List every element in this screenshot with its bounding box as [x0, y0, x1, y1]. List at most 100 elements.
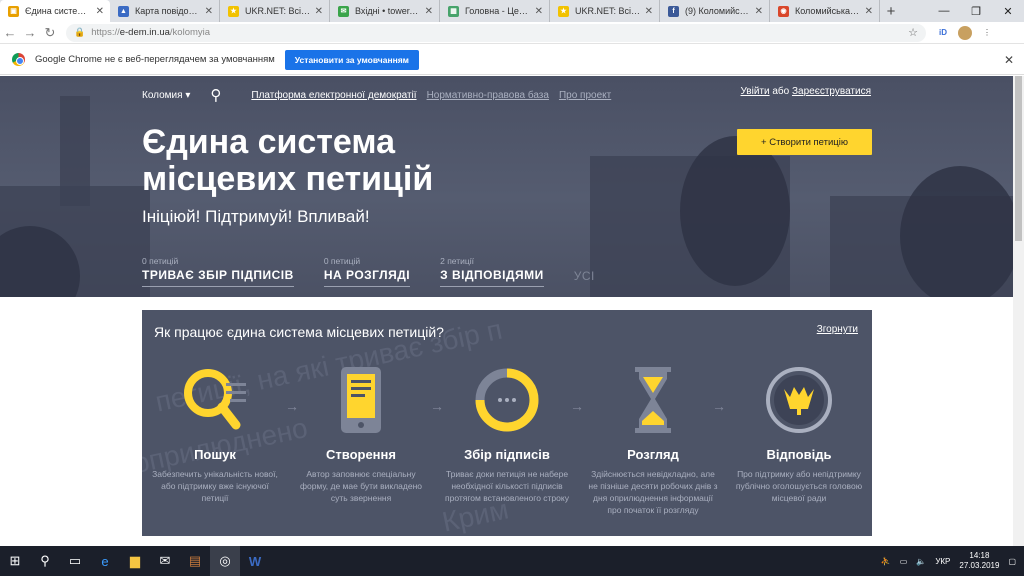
- browser-tab[interactable]: f (9) Коломийська м ✕: [660, 0, 770, 22]
- menu-dots-icon[interactable]: ⋮: [980, 26, 994, 40]
- status-tab[interactable]: 0 петицій НА РОЗГЛЯДІ: [323, 256, 411, 287]
- hero-section: Коломия ▾ ⚲ Платформа електронної демокр…: [0, 76, 1013, 297]
- status-label: ТРИВАЄ ЗБІР ПІДПИСІВ: [142, 268, 294, 287]
- back-icon[interactable]: ←: [0, 25, 20, 40]
- file-explorer-icon[interactable]: ▆: [120, 546, 150, 576]
- chrome-logo-icon: [12, 53, 25, 66]
- tab-close-icon[interactable]: ✕: [865, 6, 873, 17]
- login-link[interactable]: Увійти: [741, 86, 770, 97]
- tree-shape: [900, 166, 1013, 297]
- step-description: Забезпечить унікальність нової, або підт…: [152, 469, 278, 503]
- status-tab[interactable]: 0 петицій ТРИВАЄ ЗБІР ПІДПИСІВ: [142, 256, 294, 287]
- how-step: Створення Автор заповнює спеціальну форму…: [294, 365, 428, 516]
- nav-legal-link[interactable]: Нормативно-правова база: [427, 90, 549, 101]
- status-label: УСІ: [573, 269, 595, 283]
- create-petition-button[interactable]: + Створити петицію: [737, 129, 872, 155]
- restore-icon[interactable]: ❐: [960, 0, 992, 22]
- tab-close-icon[interactable]: ✕: [205, 6, 213, 17]
- tab-favicon-icon: ▣: [8, 5, 19, 17]
- status-count: 0 петицій: [142, 256, 179, 266]
- tab-favicon-icon: ✉: [338, 5, 349, 17]
- arrow-icon: →: [570, 398, 584, 414]
- language-indicator[interactable]: УКР: [935, 557, 950, 566]
- scrollbar-thumb[interactable]: [1015, 76, 1022, 241]
- tab-strip: ▣Єдина система місц✕▲Карта повідомлень✕★…: [0, 0, 1024, 22]
- bookmark-star-icon[interactable]: ☆: [908, 26, 918, 39]
- word-icon[interactable]: W: [240, 546, 270, 576]
- trident-emblem-icon: [766, 367, 832, 433]
- collapse-link[interactable]: Згорнути: [817, 324, 858, 335]
- nav-about-link[interactable]: Про проект: [559, 90, 611, 101]
- tab-close-icon[interactable]: ✕: [755, 6, 763, 17]
- petition-status-tabs: 0 петицій ТРИВАЄ ЗБІР ПІДПИСІВ 0 петицій НА…: [142, 256, 625, 287]
- tab-favicon-icon: ◉: [778, 5, 789, 17]
- page-title: Єдина система місцевих петицій: [142, 124, 502, 198]
- new-tab-icon[interactable]: +: [880, 0, 902, 22]
- windows-start-icon[interactable]: ⊞: [0, 546, 30, 576]
- clock[interactable]: 14:18 27.03.2019: [959, 551, 999, 571]
- step-title: Відповідь: [766, 447, 832, 462]
- tree-shape: [680, 136, 790, 286]
- tab-close-icon[interactable]: ✕: [315, 6, 323, 17]
- default-browser-infobar: Google Chrome не є веб-переглядачем за у…: [0, 45, 1024, 75]
- browser-tab[interactable]: ▣ Єдина система місц ✕: [0, 0, 110, 22]
- auth-or: або: [772, 86, 790, 97]
- edge-icon[interactable]: e: [90, 546, 120, 576]
- app-icon[interactable]: ▤: [180, 546, 210, 576]
- tab-title: UKR.NET: Всі новин: [575, 6, 641, 16]
- tab-title: Карта повідомлень: [135, 6, 201, 16]
- how-it-works-panel: петиції, на які триває збір п оприлюднен…: [142, 310, 872, 536]
- title-line-1: Єдина система: [142, 123, 396, 161]
- volume-icon[interactable]: 🔈: [916, 557, 926, 566]
- step-description: Триває доки петиція не набере необхідної…: [445, 469, 569, 503]
- browser-tab[interactable]: ▲ Карта повідомлень ✕: [110, 0, 220, 22]
- browser-tab[interactable]: ★ UKR.NET: Всі новин ✕: [220, 0, 330, 22]
- extension-icon[interactable]: iD: [936, 26, 950, 40]
- status-count: 2 петиції: [440, 256, 475, 266]
- phone-document-icon: [341, 367, 381, 433]
- set-default-button[interactable]: Установити за умовчанням: [284, 49, 419, 70]
- reload-icon[interactable]: ↻: [40, 25, 60, 41]
- nav-platform-link[interactable]: Платформа електронної демократії: [251, 90, 416, 101]
- step-title: Створення: [326, 447, 396, 462]
- tab-close-icon[interactable]: ✕: [425, 6, 433, 17]
- address-bar[interactable]: 🔒 https://e-dem.in.ua/kolomyia ☆: [66, 23, 926, 42]
- tower-shape: [60, 96, 90, 206]
- step-title: Збір підписів: [464, 447, 550, 462]
- minimize-icon[interactable]: —: [928, 0, 960, 22]
- page-scrollbar[interactable]: [1013, 76, 1024, 546]
- search-icon[interactable]: ⚲: [30, 546, 60, 576]
- profile-avatar[interactable]: [958, 25, 972, 40]
- how-step: Пошук Забезпечить унікальність нової, або…: [148, 365, 282, 516]
- infobar-close-icon[interactable]: ✕: [1004, 53, 1014, 67]
- notifications-icon[interactable]: ▢: [1008, 557, 1016, 566]
- arrow-icon: →: [285, 398, 299, 414]
- infobar-message: Google Chrome не є веб-переглядачем за у…: [35, 54, 275, 65]
- city-selector[interactable]: Коломия ▾: [142, 90, 190, 101]
- task-view-icon[interactable]: ▭: [60, 546, 90, 576]
- tab-close-icon[interactable]: ✕: [535, 6, 543, 17]
- close-window-icon[interactable]: ✕: [992, 0, 1024, 22]
- chrome-taskbar-icon[interactable]: ◎: [210, 546, 240, 576]
- tab-close-icon[interactable]: ✕: [645, 6, 653, 17]
- mail-icon[interactable]: ✉: [150, 546, 180, 576]
- browser-tab[interactable]: ✉ Вхідні • tower.ko_in ✕: [330, 0, 440, 22]
- network-icon[interactable]: ▭: [900, 557, 908, 566]
- browser-tab[interactable]: ★ UKR.NET: Всі новин ✕: [550, 0, 660, 22]
- status-tab[interactable]: УСІ: [574, 267, 595, 287]
- search-icon[interactable]: ⚲: [210, 86, 221, 104]
- tab-title: Єдина система місц: [25, 6, 92, 16]
- page-subtitle: Ініціюй! Підтримуй! Впливай!: [142, 207, 370, 226]
- register-link[interactable]: Зареєструватися: [792, 86, 871, 97]
- step-icon: [180, 365, 250, 435]
- browser-tab[interactable]: ▦ Головна - Центр на ✕: [440, 0, 550, 22]
- browser-tab[interactable]: ◉ Коломийська місь ✕: [770, 0, 880, 22]
- people-icon[interactable]: ⛹: [881, 557, 891, 566]
- step-icon: [326, 365, 396, 435]
- arrow-icon: →: [712, 398, 726, 414]
- status-tab[interactable]: 2 петиції З ВІДПОВІДЯМИ: [440, 256, 544, 287]
- tab-title: Головна - Центр на: [465, 6, 531, 16]
- url-text: https://e-dem.in.ua/kolomyia: [91, 27, 211, 38]
- forward-icon[interactable]: →: [20, 25, 40, 40]
- tab-close-icon[interactable]: ✕: [96, 6, 104, 17]
